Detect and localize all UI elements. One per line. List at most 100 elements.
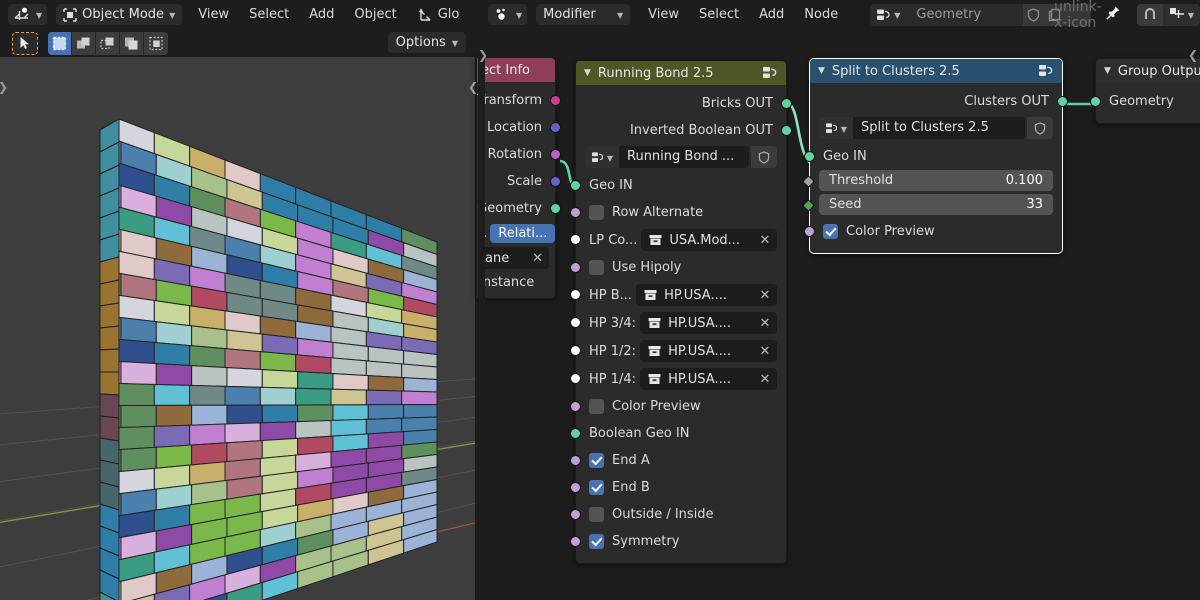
output-location[interactable]: Location [477, 114, 561, 141]
input-row-alternate[interactable]: Row Alternate [570, 199, 786, 226]
socket-integer[interactable] [802, 199, 815, 212]
3d-viewport[interactable] [0, 57, 475, 600]
node-object-info-header[interactable]: ect Info [477, 58, 555, 82]
checkbox-row[interactable]: End A [576, 448, 650, 474]
socket-object[interactable] [570, 345, 581, 356]
socket-geometry[interactable] [550, 203, 561, 214]
viewport-toolbar-toggle-icon[interactable]: ❯ [0, 80, 8, 94]
node-split-to-clusters[interactable]: ▼ Split to Clusters 2.5 Clusters OUT ▼ S… [802, 58, 1068, 254]
node-menu-add[interactable]: Add [749, 4, 794, 25]
node-split-to-clusters-header[interactable]: ▼ Split to Clusters 2.5 [810, 59, 1062, 83]
input-end-b[interactable]: End B [570, 474, 786, 501]
checkbox[interactable] [589, 399, 604, 414]
geometry-node-editor[interactable]: ▼ Running Bond 2.5 Bricks OUT Inverted B… [478, 29, 1200, 600]
select-mode-invert[interactable] [120, 31, 144, 55]
output-clusters-out[interactable]: Clusters OUT [810, 88, 1068, 115]
snap-toggle-button[interactable] [1136, 3, 1163, 26]
collapse-chevron-icon[interactable]: ▼ [1104, 66, 1111, 76]
collection-id-field[interactable]: HP.USA.... ✕ [640, 340, 777, 362]
editor-type-selector-nodes[interactable]: ▼ [488, 4, 528, 25]
input-boolean-geo-in[interactable]: Boolean Geo IN [570, 420, 786, 447]
object-id-field[interactable]: ane ✕ [479, 247, 549, 269]
collection-id-field[interactable]: HP.USA.... ✕ [640, 312, 777, 334]
node-object-info[interactable]: ect Info Transform Location Rotation Sca… [476, 57, 561, 299]
input-symmetry[interactable]: Symmetry [570, 528, 786, 555]
node-group-selector[interactable]: ▼ Split to Clusters 2.5 [819, 117, 1025, 139]
input-use-hipoly[interactable]: Use Hipoly [570, 254, 786, 281]
active-tool-button[interactable] [12, 31, 38, 55]
collection-name[interactable]: HP.USA.... [668, 344, 753, 359]
viewport-options-button[interactable]: Options ▼ [387, 32, 466, 53]
threshold-field[interactable]: Threshold 0.100 [819, 170, 1053, 191]
checkbox-row[interactable]: Color Preview [576, 394, 701, 420]
node-menu-select[interactable]: Select [689, 4, 749, 25]
output-geometry[interactable]: Geometry [477, 195, 561, 222]
collection-id-field[interactable]: USA.Mod... ✕ [641, 229, 777, 251]
node-running-bond[interactable]: ▼ Running Bond 2.5 Bricks OUT Inverted B… [570, 60, 792, 564]
socket-geometry[interactable] [570, 428, 581, 439]
socket-object[interactable] [570, 317, 581, 328]
checkbox-row[interactable]: Color Preview [810, 219, 935, 245]
socket-geometry[interactable] [781, 98, 792, 109]
node-tree-browse-button[interactable]: ▼ [819, 117, 853, 139]
socket-matrix[interactable] [550, 95, 561, 106]
checkbox[interactable] [589, 260, 604, 275]
input-color-preview[interactable]: Color Preview [570, 393, 786, 420]
collection-name[interactable]: HP.USA.... [668, 372, 753, 387]
node-menu-node[interactable]: Node [794, 4, 848, 25]
checkbox-row[interactable]: Symmetry [576, 529, 679, 555]
viewport-menu-add[interactable]: Add [299, 4, 344, 25]
collection-name[interactable]: USA.Mod... [669, 233, 753, 248]
pin-button[interactable] [1105, 5, 1121, 25]
unlink-node-tree-button[interactable]: unlink-x-icon [1054, 0, 1102, 31]
clear-icon[interactable]: ✕ [532, 251, 543, 266]
overlays-button[interactable]: ▼ [1162, 3, 1200, 26]
socket-geometry[interactable] [570, 180, 581, 191]
input-seed[interactable]: Seed 33 [802, 194, 1062, 215]
input-threshold[interactable]: Threshold 0.100 [802, 170, 1062, 191]
clear-icon[interactable]: ✕ [753, 288, 777, 303]
region-toggle-up-icon[interactable]: ❯ [478, 48, 488, 62]
input-lp-collection[interactable]: LP Co... USA.Mod... ✕ [570, 226, 786, 254]
input-hp-half[interactable]: HP 1/2: HP.USA.... ✕ [570, 337, 786, 365]
socket-vector[interactable] [550, 122, 561, 133]
collection-id-field[interactable]: HP.USA.... ✕ [636, 284, 777, 306]
socket-geometry[interactable] [804, 151, 815, 162]
checkbox[interactable] [589, 534, 604, 549]
output-scale[interactable]: Scale [477, 168, 561, 195]
area-splitter[interactable] [478, 57, 485, 600]
object-mode-selector[interactable]: Object Mode ▼ [56, 4, 183, 25]
node-group-output[interactable]: ▼ Group Outpu Geometry [1090, 58, 1200, 124]
output-transform[interactable]: Transform [477, 87, 561, 114]
fake-user-shield-button[interactable] [1027, 117, 1053, 139]
socket-boolean[interactable] [570, 401, 581, 412]
clear-icon[interactable]: ✕ [753, 316, 777, 331]
clear-icon[interactable]: ✕ [753, 344, 777, 359]
input-geometry[interactable]: Geometry [1090, 88, 1200, 115]
socket-geometry[interactable] [1090, 96, 1101, 107]
viewport-menu-object[interactable]: Object [344, 4, 406, 25]
collection-name[interactable]: HP.USA.... [664, 288, 753, 303]
output-bricks-out[interactable]: Bricks OUT [576, 90, 792, 117]
node-running-bond-header[interactable]: ▼ Running Bond 2.5 [576, 61, 786, 85]
node-tree-name[interactable]: Geometry Nodes [906, 3, 1023, 44]
output-rotation[interactable]: Rotation [477, 141, 561, 168]
input-hp-three-quarter[interactable]: HP 3/4: HP.USA.... ✕ [570, 309, 786, 337]
select-mode-intersect[interactable] [144, 31, 168, 55]
socket-boolean[interactable] [570, 536, 581, 547]
checkbox-row[interactable]: Outside / Inside [576, 502, 714, 528]
collapse-chevron-icon[interactable]: ▼ [584, 68, 591, 78]
fake-user-shield-button[interactable] [751, 146, 777, 168]
checkbox-row[interactable]: Use Hipoly [576, 255, 681, 281]
collection-name[interactable]: HP.USA.... [668, 316, 753, 331]
input-end-a[interactable]: End A [570, 447, 786, 474]
input-geo-in[interactable]: Geo IN [570, 172, 786, 199]
socket-object[interactable] [570, 234, 581, 245]
node-tree-browse-button[interactable]: ▼ [870, 3, 907, 26]
socket-boolean[interactable] [804, 226, 815, 237]
node-group-selector[interactable]: ▼ Running Bond ... [585, 146, 749, 168]
checkbox[interactable] [589, 480, 604, 495]
select-mode-extend[interactable] [72, 31, 96, 55]
viewport-menu-view[interactable]: View [188, 4, 239, 25]
checkbox[interactable] [823, 224, 838, 239]
